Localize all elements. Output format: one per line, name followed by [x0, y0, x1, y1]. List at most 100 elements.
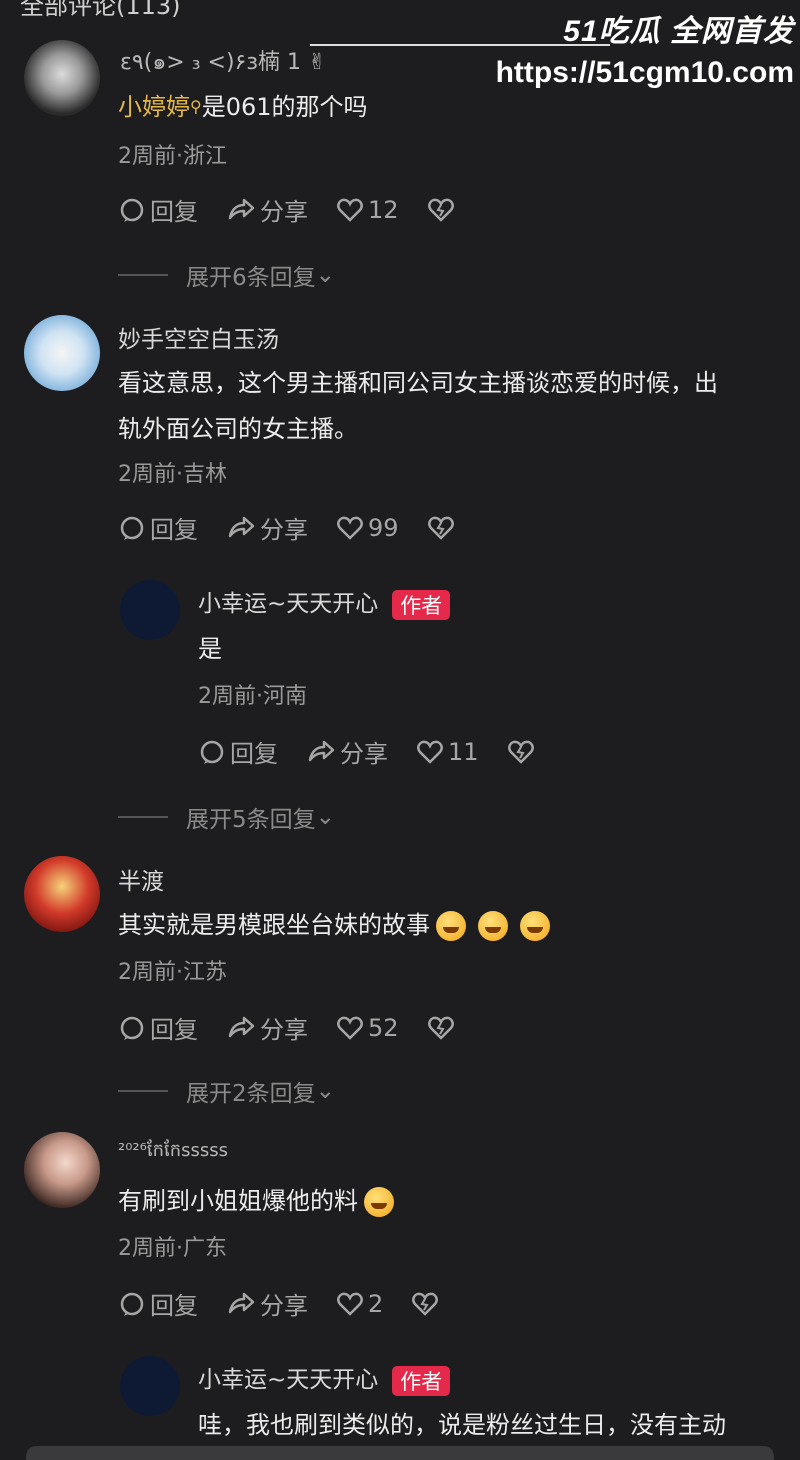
reply-icon: [120, 198, 144, 222]
heart-icon: [417, 740, 443, 764]
comment-meta: 2周前·江苏: [118, 960, 227, 985]
like-button[interactable]: 12: [336, 196, 399, 224]
avatar[interactable]: [24, 315, 100, 391]
reply-icon: [120, 1016, 144, 1040]
reply-label: 回复: [150, 1016, 198, 1044]
reply-button[interactable]: 回复: [118, 1286, 198, 1321]
share-label: 分享: [340, 740, 388, 768]
share-button[interactable]: 分享: [226, 192, 308, 227]
like-count: 12: [368, 195, 399, 224]
comment-text: 其实就是男模跟坐台妹的故事: [118, 902, 556, 948]
heart-icon: [337, 198, 363, 222]
reply-username[interactable]: 小幸运~天天开心: [198, 1367, 378, 1393]
share-icon: [228, 1016, 255, 1037]
reply-label: 回复: [150, 198, 198, 226]
like-count: 52: [368, 1013, 399, 1042]
reply-button[interactable]: 回复: [118, 510, 198, 545]
reply-button[interactable]: 回复: [118, 192, 198, 227]
like-count: 2: [368, 1289, 384, 1318]
search-icon: ⚲: [190, 97, 202, 116]
like-button[interactable]: 2: [336, 1290, 383, 1318]
share-button[interactable]: 分享: [306, 734, 388, 769]
avatar[interactable]: [120, 580, 180, 640]
comment-meta: 2周前·广东: [118, 1236, 227, 1261]
like-button[interactable]: 11: [416, 738, 479, 766]
expand-replies-button[interactable]: 展开2条回复 ⌄: [118, 1074, 335, 1108]
broken-heart-icon: [427, 198, 454, 222]
chevron-down-icon: ⌄: [315, 804, 335, 830]
reply-label: 回复: [230, 740, 278, 768]
comments-header-title: 全部评论(113): [20, 0, 181, 20]
comment-username[interactable]: ²⁰²⁶កែកែsssss: [118, 1138, 228, 1165]
like-count: 11: [448, 737, 479, 766]
avatar[interactable]: [24, 40, 100, 116]
expand-label: 展开5条回复: [186, 807, 316, 833]
reply-username-row: 小幸运~天天开心 作者: [198, 1360, 451, 1396]
reply-username[interactable]: 小幸运~天天开心: [198, 591, 378, 617]
author-badge: 作者: [392, 1365, 451, 1396]
comment-actions: 回复 分享 52: [118, 1010, 487, 1045]
bottom-input-bar[interactable]: [26, 1446, 774, 1460]
comment-actions: 回复 分享 99: [118, 510, 487, 545]
dislike-button[interactable]: [427, 196, 459, 224]
dislike-button[interactable]: [427, 514, 459, 542]
broken-heart-icon: [412, 1292, 439, 1316]
sweat-smile-emoji-icon: [478, 911, 508, 941]
sweat-smile-emoji-icon: [436, 911, 466, 941]
watermark-url: https://51cgm10.com: [495, 56, 794, 89]
comment-username[interactable]: 妙手空空白玉汤: [118, 320, 279, 354]
reply-icon: [200, 740, 224, 764]
comment-text: 有刷到小姐姐爆他的料: [118, 1178, 400, 1224]
reply-button[interactable]: 回复: [198, 734, 278, 769]
like-button[interactable]: 52: [336, 1014, 399, 1042]
comment-meta: 2周前·浙江: [118, 144, 227, 169]
watermark: 51吃瓜 全网首发 https://51cgm10.com: [496, 6, 794, 90]
dislike-button[interactable]: [507, 738, 539, 766]
divider: [118, 1090, 168, 1092]
heart-icon: [337, 516, 363, 540]
like-count: 99: [368, 513, 399, 542]
broken-heart-icon: [427, 516, 454, 540]
avatar[interactable]: [24, 856, 100, 932]
sweat-smile-emoji-icon: [520, 911, 550, 941]
reply-text: 是: [198, 635, 222, 663]
comment-body: 有刷到小姐姐爆他的料: [118, 1187, 358, 1215]
broken-heart-icon: [427, 1016, 454, 1040]
reply-icon: [120, 516, 144, 540]
comment-username[interactable]: 半渡: [118, 862, 164, 896]
watermark-brand: 51吃瓜 全网首发: [563, 15, 794, 48]
heart-icon: [337, 1016, 363, 1040]
dislike-button[interactable]: [427, 1014, 459, 1042]
share-button[interactable]: 分享: [226, 510, 308, 545]
share-label: 分享: [260, 1016, 308, 1044]
broken-heart-icon: [507, 740, 534, 764]
comment-body: 其实就是男模跟坐台妹的故事: [118, 911, 430, 939]
expand-label: 展开2条回复: [186, 1081, 316, 1107]
expand-replies-button[interactable]: 展开6条回复 ⌄: [118, 258, 335, 292]
share-label: 分享: [260, 516, 308, 544]
share-label: 分享: [260, 198, 308, 226]
reply-icon: [120, 1292, 144, 1316]
reply-actions: 回复 分享 11: [198, 734, 567, 769]
share-icon: [228, 516, 255, 537]
share-button[interactable]: 分享: [226, 1010, 308, 1045]
reply-button[interactable]: 回复: [118, 1010, 198, 1045]
comment-text: 小婷婷⚲是061的那个吗: [118, 84, 368, 130]
comment-username[interactable]: ε٩(๑> ₃ <)۶з楠 1 ✌: [120, 44, 326, 79]
share-label: 分享: [260, 1292, 308, 1320]
expand-replies-button[interactable]: 展开5条回复 ⌄: [118, 800, 335, 834]
chevron-down-icon: ⌄: [315, 1078, 335, 1104]
divider: [118, 816, 168, 818]
share-button[interactable]: 分享: [226, 1286, 308, 1321]
mention-link[interactable]: 小婷婷: [118, 93, 190, 121]
comment-meta: 2周前·吉林: [118, 462, 227, 487]
dislike-button[interactable]: [411, 1290, 443, 1318]
author-badge: 作者: [392, 589, 451, 620]
avatar[interactable]: [120, 1356, 180, 1416]
reply-text: 哇，我也刷到类似的，说是粉丝过生日，没有主动: [198, 1411, 726, 1439]
avatar[interactable]: [24, 1132, 100, 1208]
reply-label: 回复: [150, 516, 198, 544]
reply-label: 回复: [150, 1292, 198, 1320]
grin-emoji-icon: [364, 1187, 394, 1217]
like-button[interactable]: 99: [336, 514, 399, 542]
